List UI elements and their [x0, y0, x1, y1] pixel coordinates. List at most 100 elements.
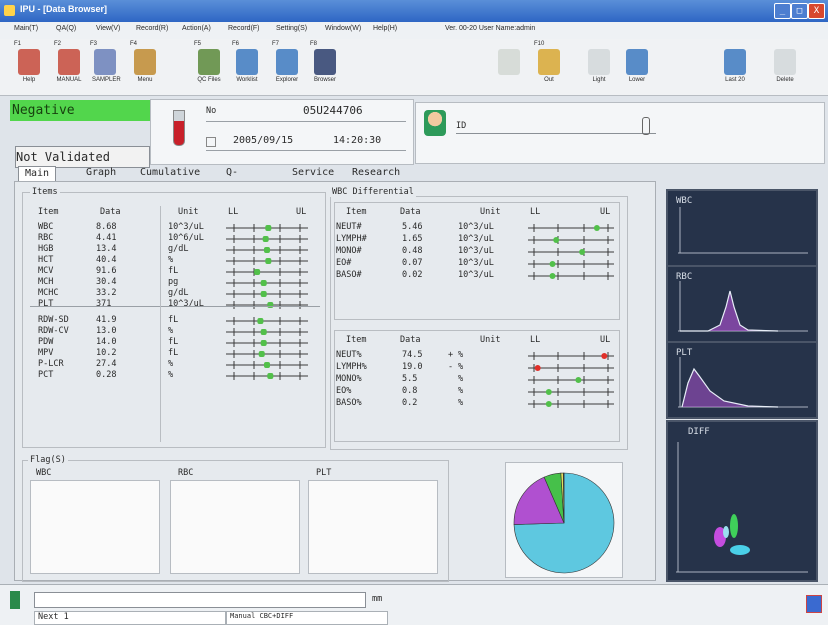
- toolbar-button-label: Menu: [137, 77, 153, 83]
- menu-record-f[interactable]: Record(F): [228, 25, 260, 32]
- minimize-button[interactable]: _: [774, 3, 791, 19]
- items-column-divider: [160, 206, 161, 442]
- items-cell-item: WBC: [38, 222, 54, 232]
- toolbar-button-blank[interactable]: [496, 43, 522, 91]
- function-key-label: F1: [14, 41, 22, 47]
- range-marker: [258, 351, 265, 357]
- differential-pie-panel: [505, 462, 623, 578]
- range-marker: [260, 291, 267, 297]
- items-header-ll: LL: [228, 207, 239, 217]
- menu-view[interactable]: View(V): [96, 25, 120, 32]
- toolbar-button-sampler[interactable]: F3 SAMPLER: [90, 41, 121, 91]
- toolbar-button-qc-files[interactable]: F5 QC Files: [194, 41, 222, 91]
- menu-help[interactable]: Help(H): [373, 25, 397, 32]
- diff-graph-label: DIFF: [688, 427, 710, 437]
- sampler-icon: [94, 49, 116, 75]
- patient-avatar: [424, 110, 446, 136]
- items-range-indicator: [226, 339, 308, 347]
- range-marker: [264, 247, 270, 253]
- items-cell-unit: %: [168, 359, 174, 369]
- menu-record[interactable]: Record(R): [136, 25, 168, 32]
- items-cell-item: MCV: [38, 266, 54, 276]
- patient-panel: ID: [415, 102, 825, 164]
- light-icon: [588, 49, 610, 75]
- version-user-label: Ver. 00-20 User Name:admin: [445, 25, 536, 32]
- menu-setting[interactable]: Setting(S): [276, 25, 307, 32]
- qc-files-icon: [198, 49, 220, 75]
- items-cell-unit: %: [168, 370, 174, 380]
- menu-action[interactable]: Action(A): [182, 25, 211, 32]
- function-key-label: F4: [130, 41, 138, 47]
- range-marker: [265, 258, 272, 264]
- toolbar-button-light[interactable]: Light: [586, 43, 612, 91]
- toolbar-button-worklist[interactable]: F6 Worklist: [232, 41, 260, 91]
- items-cell-data: 371: [96, 299, 112, 309]
- items-cell-data: 10.2: [96, 348, 117, 358]
- delete-icon: [774, 49, 796, 75]
- next-sample-label: Next 1: [38, 612, 69, 622]
- menu-window[interactable]: Window(W): [325, 25, 361, 32]
- close-button[interactable]: X: [808, 3, 825, 19]
- items-cell-item: P-LCR: [38, 359, 64, 369]
- toolbar: F1 Help F2 MANUAL F3 SAMPLER F4 Menu F5 QC Files F…: [0, 39, 828, 96]
- toolbar-button-manual[interactable]: F2 MANUAL: [54, 41, 82, 91]
- items-cell-item: PCT: [38, 370, 54, 380]
- toolbar-button-out[interactable]: F10 Out: [534, 41, 562, 91]
- toolbar-button-last-20[interactable]: Last 20: [722, 43, 748, 91]
- items-cell-data: 41.9: [96, 315, 117, 325]
- items-cell-unit: 10^3/uL: [168, 222, 204, 232]
- menu-qa[interactable]: QA(Q): [56, 25, 76, 32]
- tube-icon: [173, 110, 185, 146]
- range-marker: [257, 318, 264, 324]
- items-cell-unit: g/dL: [168, 244, 189, 254]
- tab-cumulative[interactable]: Cumulative: [140, 166, 200, 180]
- unit-label: mm: [372, 594, 383, 604]
- toolbar-button-delete[interactable]: Delete: [772, 43, 798, 91]
- items-cell-item: RDW-SD: [38, 315, 69, 325]
- function-key-label: F5: [194, 41, 202, 47]
- items-cell-unit: 10^3/uL: [168, 299, 204, 309]
- items-cell-item: MPV: [38, 348, 54, 358]
- toolbar-button-label: Browser: [313, 77, 336, 83]
- maximize-button[interactable]: □: [791, 3, 808, 19]
- wbc-differential-title: WBC Differential: [330, 187, 416, 197]
- tab-research[interactable]: Research: [352, 166, 400, 180]
- toolbar-button-explorer[interactable]: F7 Explorer: [272, 41, 300, 91]
- worklist-icon: [236, 49, 258, 75]
- toolbar-button-menu[interactable]: F4 Menu: [130, 41, 158, 91]
- items-range-indicator: [226, 328, 308, 336]
- toolbar-button-label: Last 20: [725, 77, 745, 83]
- items-range-indicator: [226, 246, 308, 254]
- tab-q-flags[interactable]: Q-Flags: [226, 166, 256, 192]
- items-range-indicator: [226, 257, 308, 265]
- menu-main[interactable]: Main(T): [14, 25, 38, 32]
- items-separator: [30, 306, 320, 307]
- items-cell-data: 13.4: [96, 244, 117, 254]
- items-cell-unit: g/dL: [168, 288, 189, 298]
- items-cell-item: PDW: [38, 337, 54, 347]
- toolbar-button-label: Help: [22, 77, 36, 83]
- items-title: Items: [30, 187, 60, 197]
- toolbar-button-help[interactable]: F1 Help: [14, 41, 42, 91]
- toolbar-button-label: Out: [544, 77, 554, 83]
- items-cell-item: HGB: [38, 244, 54, 254]
- tab-main[interactable]: Main: [18, 166, 57, 181]
- rbc-graph-label: RBC: [676, 272, 693, 282]
- tab-graph[interactable]: Graph: [86, 166, 116, 180]
- items-cell-unit: pg: [168, 277, 179, 287]
- command-input[interactable]: [34, 592, 366, 608]
- flag-plt-box: [308, 480, 438, 574]
- tab-service[interactable]: Service: [292, 166, 334, 180]
- toolbar-button-lower[interactable]: Lower: [624, 43, 650, 91]
- wbc-scattergram: WBC: [666, 189, 818, 267]
- toolbar-button-label: SAMPLER: [92, 77, 121, 83]
- toolbar-button-label: Lower: [628, 77, 646, 83]
- function-key-label: F10: [534, 41, 545, 47]
- items-cell-item: RBC: [38, 233, 54, 243]
- toolbar-button-browser[interactable]: F8 Browser: [310, 41, 338, 91]
- items-cell-unit: %: [168, 255, 174, 265]
- items-header-item: Item: [38, 207, 59, 217]
- items-cell-unit: fL: [168, 348, 179, 358]
- divider: [206, 121, 406, 122]
- items-cell-data: 27.4: [96, 359, 117, 369]
